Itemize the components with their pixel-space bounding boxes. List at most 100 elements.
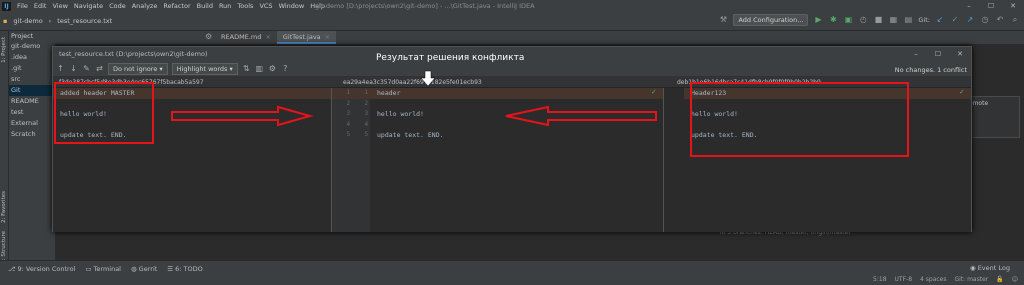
menu-file[interactable]: File bbox=[14, 2, 31, 10]
tab-favorites[interactable]: 2: Favorites bbox=[1, 191, 7, 223]
maximize-icon[interactable]: ☐ bbox=[980, 0, 1002, 12]
tab-gerrit[interactable]: ◍ Gerrit bbox=[131, 265, 157, 273]
tab-project[interactable]: 1: Project bbox=[1, 37, 7, 63]
highlight-dropdown-value: Highlight words bbox=[176, 64, 228, 73]
tree-item[interactable]: Git bbox=[9, 85, 55, 96]
project-panel-title: Project bbox=[11, 32, 34, 40]
tab-gittest[interactable]: GitTest.java × bbox=[276, 31, 337, 44]
menu-build[interactable]: Build bbox=[194, 2, 216, 10]
terminal-icon: ▭ bbox=[85, 265, 92, 273]
sdk-icon[interactable]: ▤ bbox=[903, 15, 913, 25]
menu-edit[interactable]: Edit bbox=[31, 2, 50, 10]
minimize-icon[interactable]: – bbox=[958, 0, 980, 12]
inspector-icon[interactable]: ☺ bbox=[1012, 276, 1018, 283]
menu-navigate[interactable]: Navigate bbox=[71, 2, 106, 10]
breadcrumb-project[interactable]: git-demo bbox=[10, 17, 45, 25]
tab-label: 9: Version Control bbox=[17, 265, 76, 273]
menu-code[interactable]: Code bbox=[106, 2, 129, 10]
event-log-label: Event Log bbox=[977, 264, 1010, 272]
status-info: 5:18 UTF-8 4 spaces Git: master 🔓 ☺ bbox=[873, 276, 1018, 283]
file-encoding[interactable]: UTF-8 bbox=[895, 276, 913, 283]
close-icon[interactable]: × bbox=[325, 33, 330, 41]
git-rollback-icon[interactable]: ↶ bbox=[995, 15, 1005, 25]
center-line-gutter: 1 1 2 2 3 3 4 4 5 5 bbox=[332, 88, 370, 232]
git-branch[interactable]: Git: master bbox=[954, 276, 988, 283]
tree-item[interactable]: Scratch bbox=[9, 129, 55, 140]
indent-setting[interactable]: 4 spaces bbox=[920, 276, 946, 283]
line-number-pair: 2 2 bbox=[346, 99, 369, 107]
git-history-icon[interactable]: ◷ bbox=[980, 15, 990, 25]
tree-item[interactable]: .git bbox=[9, 63, 55, 74]
menu-analyze[interactable]: Analyze bbox=[129, 2, 161, 10]
window-title: git-demo [D:\projects\own2\git-demo] - .… bbox=[315, 2, 535, 10]
git-push-icon[interactable]: ↗ bbox=[965, 15, 975, 25]
project-panel-header[interactable]: Project bbox=[9, 31, 55, 41]
sync-scroll-icon[interactable]: ▥ bbox=[255, 64, 264, 74]
accept-check-icon[interactable]: ✓ bbox=[959, 88, 965, 96]
tab-version-control[interactable]: ⎇ 9: Version Control bbox=[8, 265, 75, 273]
minimize-icon[interactable]: – bbox=[905, 47, 927, 61]
close-icon[interactable]: × bbox=[265, 33, 270, 41]
tree-item[interactable]: External bbox=[9, 118, 55, 129]
settings-gear-icon[interactable]: ⚙ bbox=[268, 64, 277, 74]
tree-item[interactable]: src bbox=[9, 74, 55, 85]
line-number-pair: 1 1 bbox=[332, 88, 370, 99]
profile-icon[interactable]: ◴ bbox=[858, 15, 868, 25]
tree-item[interactable]: .idea bbox=[9, 52, 55, 63]
project-structure-icon[interactable]: ▦ bbox=[888, 15, 898, 25]
collapse-icon[interactable]: ⇅ bbox=[242, 64, 251, 74]
help-icon[interactable]: ? bbox=[281, 64, 290, 74]
center-revision-hash: ea29a4ea3c357d0aa22f697c182e5fe01ecb93 bbox=[343, 79, 482, 86]
run-icon[interactable]: ▶ bbox=[813, 15, 823, 25]
menu-run[interactable]: Run bbox=[216, 2, 234, 10]
coverage-icon[interactable]: ▣ bbox=[843, 15, 853, 25]
git-update-icon[interactable]: ↙ bbox=[935, 15, 945, 25]
ignore-dropdown[interactable]: Do not ignore ▾ bbox=[108, 62, 168, 75]
tab-todo[interactable]: ☰ 6: TODO bbox=[167, 265, 202, 273]
right-highlight-box bbox=[690, 82, 909, 157]
result-pane[interactable]: header hello world! update text. END. bbox=[370, 88, 663, 232]
tree-item[interactable]: test bbox=[9, 107, 55, 118]
annotation-title: Результат решения конфликта bbox=[374, 53, 527, 63]
tree-item[interactable]: README bbox=[9, 96, 55, 107]
add-configuration-button[interactable]: Add Configuration... bbox=[733, 14, 809, 26]
arrow-up-icon[interactable]: ↑ bbox=[56, 64, 65, 74]
lock-icon[interactable]: 🔓 bbox=[996, 276, 1003, 283]
close-icon[interactable]: ✕ bbox=[1002, 0, 1024, 12]
window-controls: – ☐ ✕ bbox=[958, 0, 1024, 12]
accept-check-icon[interactable]: ✓ bbox=[651, 88, 657, 96]
git-commit-icon[interactable]: ✓ bbox=[950, 15, 960, 25]
menu-refactor[interactable]: Refactor bbox=[160, 2, 193, 10]
diff-mode-icon[interactable]: ⇄ bbox=[95, 64, 104, 74]
todo-icon: ☰ bbox=[167, 265, 174, 273]
line-number-pair: 4 4 bbox=[346, 120, 369, 128]
event-log-button[interactable]: ◉ Event Log bbox=[970, 264, 1010, 272]
gerrit-icon: ◍ bbox=[131, 265, 137, 273]
caret-position[interactable]: 5:18 bbox=[873, 276, 886, 283]
menu-view[interactable]: View bbox=[49, 2, 70, 10]
code-line: hello world! bbox=[377, 110, 424, 118]
tree-item[interactable]: git-demo bbox=[9, 41, 55, 52]
editor-tabs: ⚙ README.md × GitTest.java × bbox=[55, 31, 1024, 44]
search-everywhere-icon[interactable]: ⌕ bbox=[1010, 15, 1020, 25]
close-icon[interactable]: ✕ bbox=[949, 47, 971, 61]
stop-icon[interactable]: ■ bbox=[873, 15, 883, 25]
menu-tools[interactable]: Tools bbox=[234, 2, 256, 10]
highlight-dropdown[interactable]: Highlight words ▾ bbox=[171, 62, 238, 75]
event-log-icon: ◉ bbox=[969, 264, 978, 272]
edit-icon[interactable]: ✎ bbox=[82, 64, 91, 74]
menu-window[interactable]: Window bbox=[276, 2, 308, 10]
gear-icon[interactable]: ⚙ bbox=[205, 32, 212, 41]
tab-label: README.md bbox=[221, 33, 262, 41]
menu-vcs[interactable]: VCS bbox=[256, 2, 275, 10]
breadcrumb-file[interactable]: test_resource.txt bbox=[54, 17, 115, 25]
debug-icon[interactable]: ✱ bbox=[828, 15, 838, 25]
tab-terminal[interactable]: ▭ Terminal bbox=[85, 265, 121, 273]
maximize-icon[interactable]: ☐ bbox=[927, 47, 949, 61]
arrow-down-icon[interactable]: ↓ bbox=[69, 64, 78, 74]
project-panel: Project git-demo .idea .git src Git READ… bbox=[9, 31, 55, 260]
tab-readme[interactable]: README.md × bbox=[215, 31, 277, 44]
build-hammer-icon[interactable]: ⚒ bbox=[718, 15, 728, 25]
